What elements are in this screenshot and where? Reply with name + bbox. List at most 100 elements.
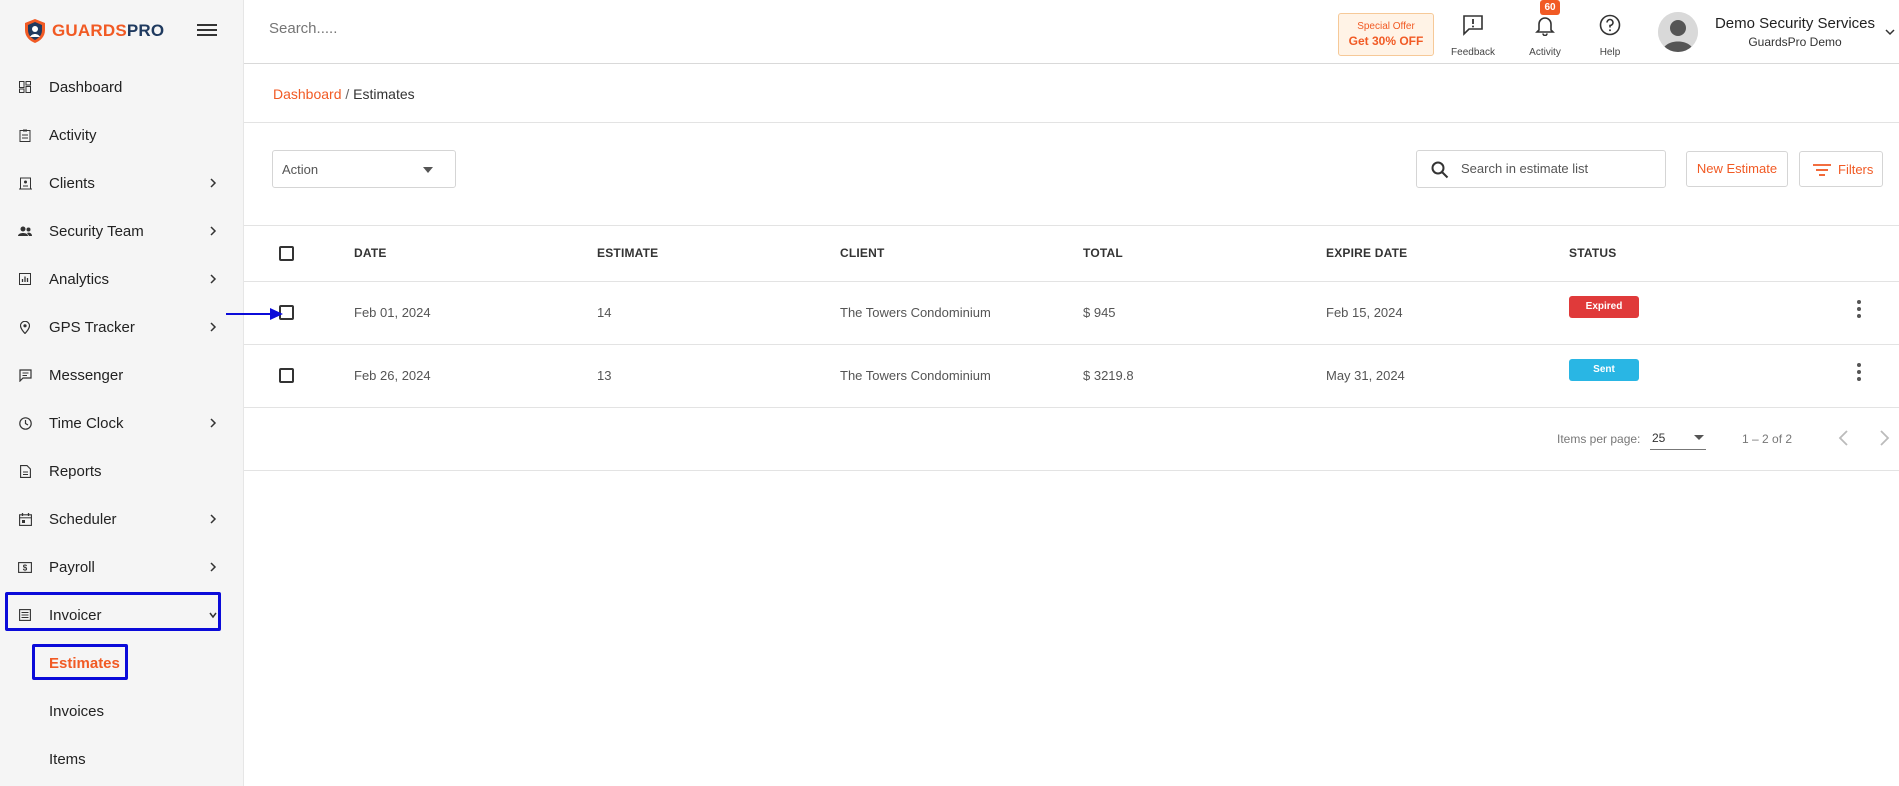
sidebar-item-dashboard[interactable]: Dashboard xyxy=(0,63,244,111)
offer-title: Special Offer xyxy=(1357,21,1415,32)
bell-icon xyxy=(1535,17,1555,37)
column-header-client[interactable]: CLIENT xyxy=(840,246,885,260)
row-date: Feb 26, 2024 xyxy=(354,368,431,383)
row-expire-date: Feb 15, 2024 xyxy=(1326,305,1403,320)
chevron-right-icon xyxy=(210,562,217,572)
chevron-right-icon xyxy=(210,226,217,236)
row-expire-date: May 31, 2024 xyxy=(1326,368,1405,383)
menu-toggle-icon[interactable] xyxy=(197,21,217,41)
sidebar-subitem-estimates[interactable]: Estimates xyxy=(0,639,244,687)
activity-count-badge: 60 xyxy=(1540,0,1560,15)
offer-discount: Get 30% OFF xyxy=(1348,34,1424,48)
sidebar-item-label: Time Clock xyxy=(49,414,124,432)
new-estimate-button[interactable]: New Estimate xyxy=(1686,151,1788,187)
chart-icon xyxy=(18,272,32,286)
message-icon xyxy=(18,368,32,382)
row-client: The Towers Condominium xyxy=(840,368,991,383)
clock-icon xyxy=(18,416,32,430)
clipboard-icon xyxy=(18,128,32,142)
chevron-right-icon xyxy=(210,178,217,188)
sidebar-item-analytics[interactable]: Analytics xyxy=(0,255,244,303)
sidebar-item-label: Analytics xyxy=(49,270,110,288)
help-button[interactable]: Help xyxy=(1582,14,1638,58)
activity-button[interactable]: 60 Activity xyxy=(1517,0,1573,58)
filters-button[interactable]: Filters xyxy=(1799,151,1883,187)
next-page-icon[interactable] xyxy=(1876,428,1892,448)
top-bar: Special Offer Get 30% OFF Feedback 60 Ac… xyxy=(244,0,1899,64)
sidebar: GUARDSPRO Dashboard Activity Clients Sec… xyxy=(0,0,244,786)
items-per-page-value: 25 xyxy=(1652,431,1666,445)
app-root: GUARDSPRO Dashboard Activity Clients Sec… xyxy=(0,0,1899,786)
chevron-right-icon xyxy=(210,322,217,332)
sidebar-item-gps-tracker[interactable]: GPS Tracker xyxy=(0,303,244,351)
chevron-right-icon xyxy=(210,274,217,284)
table-row[interactable]: Feb 01, 2024 14 The Towers Condominium $… xyxy=(244,282,1899,345)
select-all-checkbox[interactable] xyxy=(279,246,294,261)
dropdown-caret-icon xyxy=(423,167,433,173)
team-icon xyxy=(18,224,32,238)
row-date: Feb 01, 2024 xyxy=(354,305,431,320)
sidebar-item-messenger[interactable]: Messenger xyxy=(0,351,244,399)
global-search-input[interactable] xyxy=(269,20,629,37)
row-estimate-number[interactable]: 13 xyxy=(597,368,611,383)
column-header-total[interactable]: TOTAL xyxy=(1083,246,1123,260)
sidebar-item-time-clock[interactable]: Time Clock xyxy=(0,399,244,447)
sidebar-subitem-invoices[interactable]: Invoices xyxy=(0,687,244,735)
column-header-date[interactable]: DATE xyxy=(354,246,387,260)
special-offer-button[interactable]: Special Offer Get 30% OFF xyxy=(1338,13,1434,56)
report-icon xyxy=(18,464,32,478)
brand-bar: GUARDSPRO xyxy=(0,0,244,64)
sidebar-item-security-team[interactable]: Security Team xyxy=(0,207,244,255)
row-estimate-number[interactable]: 14 xyxy=(597,305,611,320)
breadcrumb-separator: / xyxy=(341,86,354,102)
dashboard-icon xyxy=(18,80,32,94)
column-header-expire-date[interactable]: EXPIRE DATE xyxy=(1326,246,1407,260)
user-avatar[interactable] xyxy=(1658,12,1698,52)
filter-icon xyxy=(1813,164,1831,176)
page-range-label: 1 – 2 of 2 xyxy=(1742,432,1793,446)
estimate-search-box xyxy=(1416,150,1666,188)
invoice-icon xyxy=(18,608,32,622)
sidebar-item-activity[interactable]: Activity xyxy=(0,111,244,159)
sidebar-item-label: Messenger xyxy=(49,366,124,384)
sidebar-item-payroll[interactable]: $ Payroll xyxy=(0,543,244,591)
sidebar-item-label: Reports xyxy=(49,462,102,480)
location-pin-icon xyxy=(18,320,32,334)
row-more-options-icon[interactable] xyxy=(1856,363,1862,383)
user-avatar-icon xyxy=(1658,12,1698,52)
table-header: DATE ESTIMATE CLIENT TOTAL EXPIRE DATE S… xyxy=(244,226,1899,282)
user-name[interactable]: Demo Security Services xyxy=(1710,15,1880,32)
breadcrumb-dashboard-link[interactable]: Dashboard xyxy=(273,86,342,102)
calendar-icon xyxy=(18,512,32,526)
annotation-arrow-icon xyxy=(226,308,283,320)
sidebar-item-scheduler[interactable]: Scheduler xyxy=(0,495,244,543)
filters-label: Filters xyxy=(1838,162,1874,177)
sidebar-item-label: GPS Tracker xyxy=(49,318,135,336)
chevron-right-icon xyxy=(210,514,217,524)
row-checkbox[interactable] xyxy=(279,368,294,383)
row-total: $ 945 xyxy=(1083,305,1116,320)
sidebar-item-invoicer[interactable]: Invoicer xyxy=(0,591,244,639)
feedback-button[interactable]: Feedback xyxy=(1445,14,1501,58)
action-dropdown[interactable]: Action xyxy=(272,150,456,188)
sidebar-item-reports[interactable]: Reports xyxy=(0,447,244,495)
row-more-options-icon[interactable] xyxy=(1856,300,1862,320)
chevron-down-icon[interactable] xyxy=(1884,26,1896,38)
sidebar-item-label: Payroll xyxy=(49,558,95,576)
estimate-search-input[interactable] xyxy=(1461,161,1657,176)
logo[interactable]: GUARDSPRO xyxy=(24,18,164,44)
status-badge: Expired xyxy=(1569,296,1639,318)
svg-text:$: $ xyxy=(23,563,28,572)
sidebar-item-clients[interactable]: Clients xyxy=(0,159,244,207)
sidebar-subitem-items[interactable]: Items xyxy=(0,735,244,783)
column-header-estimate[interactable]: ESTIMATE xyxy=(597,246,658,260)
table-row[interactable]: Feb 26, 2024 13 The Towers Condominium $… xyxy=(244,345,1899,408)
payroll-icon: $ xyxy=(18,560,32,574)
search-icon xyxy=(1431,161,1449,179)
action-dropdown-label: Action xyxy=(282,162,319,177)
column-header-status[interactable]: STATUS xyxy=(1569,246,1616,260)
row-client: The Towers Condominium xyxy=(840,305,991,320)
sidebar-item-label: Clients xyxy=(49,174,95,192)
previous-page-icon[interactable] xyxy=(1836,428,1852,448)
items-per-page-select[interactable]: 25 xyxy=(1650,426,1706,450)
